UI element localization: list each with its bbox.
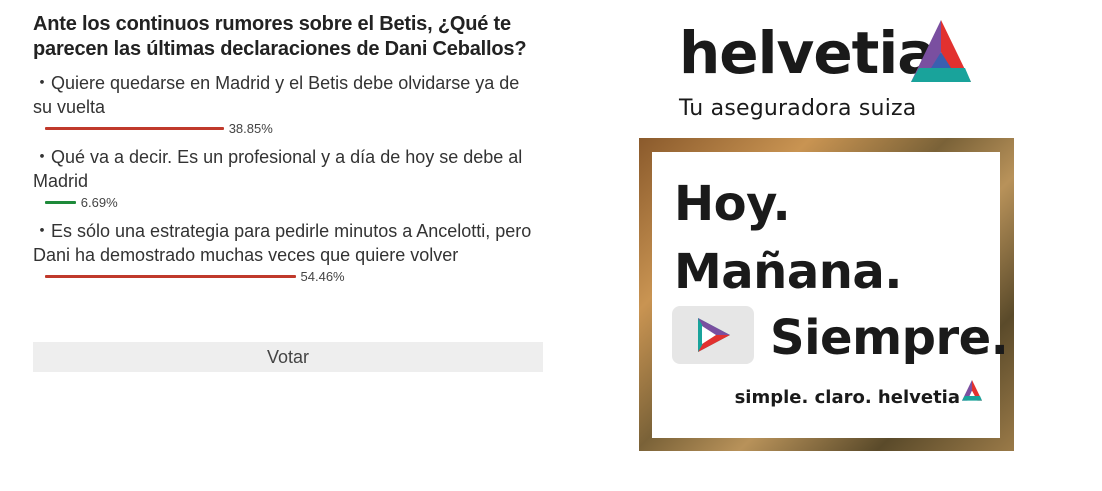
- result-row: 38.85%: [33, 120, 543, 137]
- tagline: Tu aseguradora suiza: [679, 96, 917, 121]
- result-row: 54.46%: [33, 268, 543, 285]
- option-bullet: ・: [33, 221, 51, 241]
- result-percent: 38.85%: [228, 121, 273, 136]
- option-bullet: ・: [33, 147, 51, 167]
- brand-name: helvetia: [679, 19, 936, 87]
- option-text: Quiere quedarse en Madrid y el Betis deb…: [33, 73, 520, 117]
- result-bar: [45, 275, 296, 278]
- option-text: Qué va a decir. Es un profesional y a dí…: [33, 147, 523, 191]
- slogan-line: Hoy.: [674, 176, 791, 232]
- option-bullet: ・: [33, 73, 51, 93]
- vote-button[interactable]: Votar: [33, 342, 543, 372]
- result-row: 6.69%: [33, 194, 543, 211]
- slogan-line: Siempre.: [770, 310, 1009, 366]
- brand-header: helvetia: [679, 18, 979, 88]
- advertisement[interactable]: helvetia Tu aseguradora suiza Hoy. Mañan…: [639, 0, 1014, 491]
- slogan-line: Mañana.: [674, 244, 903, 300]
- play-icon: [698, 318, 730, 352]
- footer-slogan: simple. claro. helvetia: [734, 387, 960, 408]
- option-text: Es sólo una estrategia para pedirle minu…: [33, 221, 532, 265]
- result-bar: [45, 127, 224, 130]
- poll-option[interactable]: ・Qué va a decir. Es un profesional y a d…: [33, 145, 543, 211]
- helvetia-logo-icon: [905, 18, 977, 93]
- poll-widget: Ante los continuos rumores sobre el Beti…: [33, 12, 543, 293]
- poll-option[interactable]: ・Quiere quedarse en Madrid y el Betis de…: [33, 71, 543, 137]
- result-percent: 6.69%: [80, 195, 118, 210]
- poll-options: ・Quiere quedarse en Madrid y el Betis de…: [33, 71, 543, 285]
- helvetia-logo-icon: [960, 379, 984, 408]
- poll-option[interactable]: ・Es sólo una estrategia para pedirle min…: [33, 219, 543, 285]
- result-percent: 54.46%: [300, 269, 345, 284]
- result-bar: [45, 201, 76, 204]
- ad-photo: Hoy. Mañana. Siempre. simple. claro. hel…: [639, 138, 1014, 451]
- ad-card: Hoy. Mañana. Siempre. simple. claro. hel…: [652, 152, 1009, 438]
- poll-question: Ante los continuos rumores sobre el Beti…: [33, 13, 527, 60]
- play-button[interactable]: [672, 306, 754, 364]
